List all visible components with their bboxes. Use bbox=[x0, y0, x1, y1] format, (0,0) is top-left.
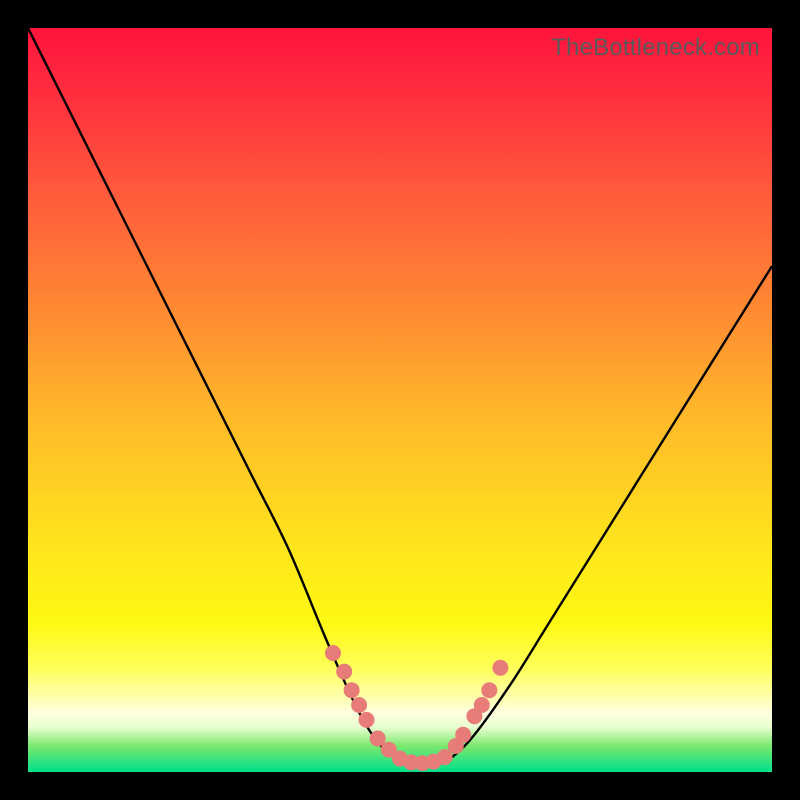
sample-point bbox=[481, 682, 497, 698]
sample-point bbox=[455, 727, 471, 743]
sample-point bbox=[325, 645, 341, 661]
sample-point bbox=[351, 697, 367, 713]
sample-point bbox=[492, 660, 508, 676]
sample-point bbox=[336, 664, 352, 680]
sample-points-group bbox=[325, 645, 508, 771]
sample-points-layer bbox=[28, 28, 772, 772]
sample-point bbox=[474, 697, 490, 713]
sample-point bbox=[344, 682, 360, 698]
watermark-label: TheBottleneck.com bbox=[551, 34, 760, 62]
sample-point bbox=[359, 712, 375, 728]
chart-plot-area: TheBottleneck.com bbox=[28, 28, 772, 772]
